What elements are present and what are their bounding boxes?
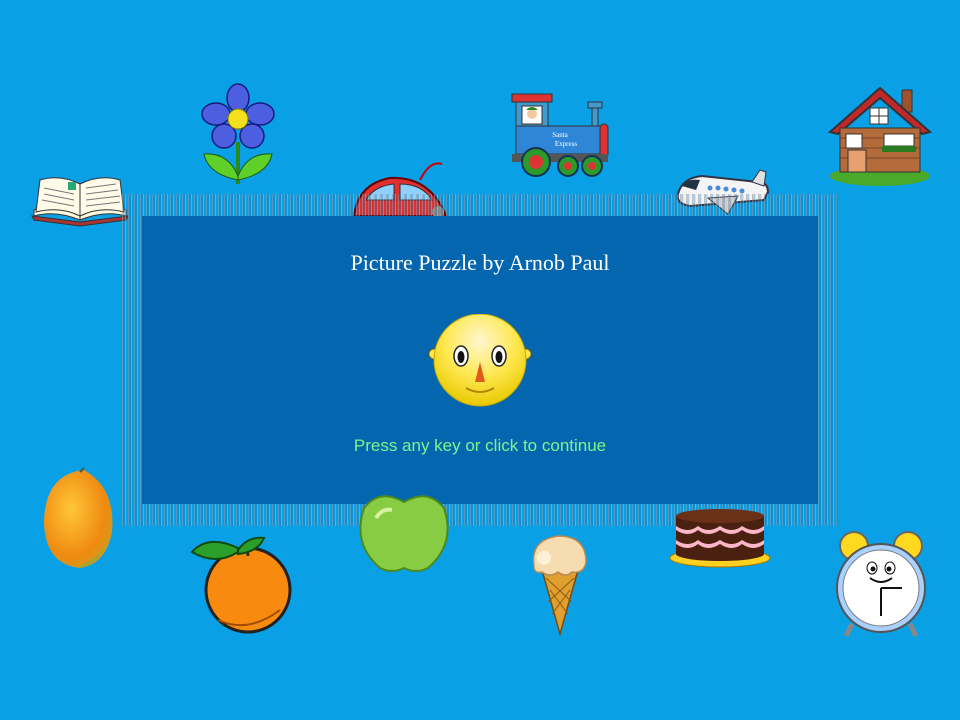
cake-picture bbox=[668, 498, 772, 568]
train-sign-line1: Santa bbox=[552, 131, 568, 139]
mango-picture bbox=[40, 467, 120, 572]
title-dialog[interactable]: Picture Puzzle by Arnob Paul Press any k… bbox=[142, 216, 818, 504]
apple-picture bbox=[356, 488, 452, 574]
alarm-clock-picture bbox=[834, 530, 928, 638]
book-picture bbox=[30, 172, 130, 227]
ice-cream-picture bbox=[528, 530, 592, 637]
train-picture: Santa Express bbox=[508, 93, 612, 180]
continue-prompt[interactable]: Press any key or click to continue bbox=[142, 436, 818, 456]
game-title: Picture Puzzle by Arnob Paul bbox=[350, 250, 610, 275]
orange-picture bbox=[188, 530, 292, 634]
house-picture bbox=[827, 84, 933, 186]
smiley-face-icon bbox=[426, 313, 534, 415]
flower-picture bbox=[198, 83, 278, 188]
train-sign-line2: Express bbox=[555, 140, 577, 148]
